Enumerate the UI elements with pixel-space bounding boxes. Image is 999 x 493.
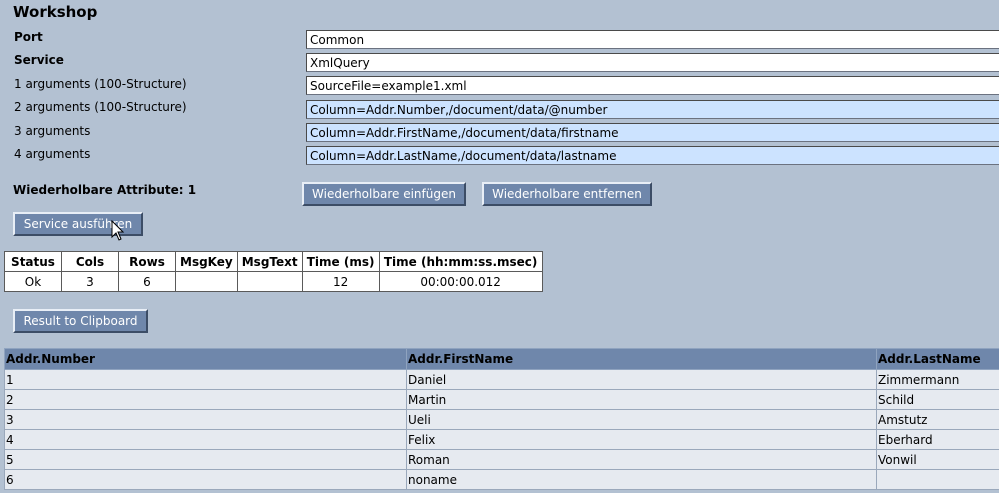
cell-lastname — [876, 469, 999, 490]
status-header-msgtext: MsgText — [236, 251, 303, 272]
msgkey-value — [175, 271, 238, 292]
cell-number: 3 — [4, 409, 407, 430]
status-header-cols: Cols — [61, 251, 119, 272]
cell-firstname: Roman — [406, 449, 877, 470]
cell-firstname: noname — [406, 469, 877, 490]
cell-number: 5 — [4, 449, 407, 470]
table-row: 6 noname — [4, 469, 999, 490]
cols-value: 3 — [61, 271, 119, 292]
insert-repeatable-button[interactable]: Wiederholbare einfügen — [302, 182, 466, 206]
cell-firstname: Daniel — [406, 369, 877, 390]
table-row: 1 Daniel Zimmermann — [4, 369, 999, 390]
rows-value: 6 — [118, 271, 176, 292]
msgtext-value — [236, 271, 303, 292]
cell-firstname: Martin — [406, 389, 877, 410]
argument-2-input[interactable] — [306, 100, 999, 119]
port-label: Port — [14, 30, 43, 44]
time-formatted-value: 00:00:00.012 — [378, 271, 543, 292]
status-header-time-ms: Time (ms) — [301, 251, 380, 272]
cell-number: 6 — [4, 469, 407, 490]
table-row: 4 Felix Eberhard — [4, 429, 999, 450]
repeatable-attributes-label: Wiederholbare Attribute: 1 — [13, 183, 197, 197]
cell-number: 2 — [4, 389, 407, 410]
cell-lastname: Schild — [876, 389, 999, 410]
status-header-msgkey: MsgKey — [175, 251, 238, 272]
remove-repeatable-button[interactable]: Wiederholbare entfernen — [482, 182, 652, 206]
argument-2-label: 2 arguments (100-Structure) — [14, 100, 187, 114]
result-table: Addr.Number Addr.FirstName Addr.LastName… — [4, 348, 999, 490]
argument-3-input[interactable] — [306, 123, 999, 142]
cell-firstname: Felix — [406, 429, 877, 450]
table-row: 2 Martin Schild — [4, 389, 999, 410]
status-header-status: Status — [4, 251, 62, 272]
cell-number: 4 — [4, 429, 407, 450]
result-header-number[interactable]: Addr.Number — [4, 348, 407, 370]
cell-lastname: Eberhard — [876, 429, 999, 450]
table-row: 3 Ueli Amstutz — [4, 409, 999, 430]
port-input[interactable] — [306, 30, 999, 49]
status-table: Status Cols Rows MsgKey MsgText Time (ms… — [4, 251, 543, 292]
mouse-pointer-icon — [111, 220, 125, 241]
argument-4-label: 4 arguments — [14, 147, 91, 161]
argument-3-label: 3 arguments — [14, 124, 91, 138]
argument-1-label: 1 arguments (100-Structure) — [14, 77, 187, 91]
result-header-row: Addr.Number Addr.FirstName Addr.LastName — [4, 348, 999, 370]
status-header-row: Status Cols Rows MsgKey MsgText Time (ms… — [4, 251, 543, 272]
result-header-firstname[interactable]: Addr.FirstName — [406, 348, 877, 370]
time-ms-value: 12 — [301, 271, 380, 292]
result-header-lastname[interactable]: Addr.LastName — [876, 348, 999, 370]
argument-4-input[interactable] — [306, 146, 999, 165]
page-title: Workshop — [13, 3, 98, 21]
cell-number: 1 — [4, 369, 407, 390]
status-row: Ok 3 6 12 00:00:00.012 — [4, 271, 543, 292]
cell-lastname: Vonwil — [876, 449, 999, 470]
service-label: Service — [14, 53, 64, 67]
argument-1-input[interactable] — [306, 76, 999, 95]
result-to-clipboard-button[interactable]: Result to Clipboard — [13, 309, 148, 333]
cell-firstname: Ueli — [406, 409, 877, 430]
status-value: Ok — [4, 271, 62, 292]
cell-lastname: Amstutz — [876, 409, 999, 430]
status-header-rows: Rows — [118, 251, 176, 272]
table-row: 5 Roman Vonwil — [4, 449, 999, 470]
service-input[interactable] — [306, 53, 999, 72]
cell-lastname: Zimmermann — [876, 369, 999, 390]
status-header-time-formatted: Time (hh:mm:ss.msec) — [378, 251, 543, 272]
